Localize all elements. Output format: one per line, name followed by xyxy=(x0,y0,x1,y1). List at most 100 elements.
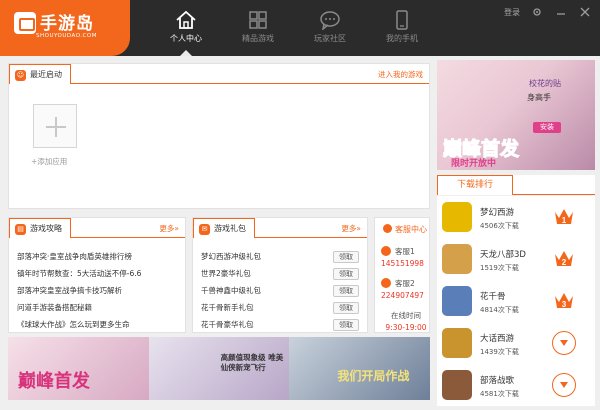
list-item: 梦幻西游冲级礼包 领取 xyxy=(201,248,359,265)
service-panel: 客服中心 客服1 145151998 客服2 224907497 在线时间 9:… xyxy=(374,217,430,333)
nav-item-featured-games[interactable]: 精品游戏 xyxy=(222,0,294,56)
claim-button[interactable]: 领取 xyxy=(333,267,359,280)
crown-rank-2-icon: 2 xyxy=(555,251,573,267)
home-icon xyxy=(176,10,196,29)
book-icon: ▤ xyxy=(15,224,26,235)
gift-list: 梦幻西游冲级礼包 领取 世界2豪华礼包 领取 千兽神鑫中级礼包 领取 花千骨新手礼包领… xyxy=(201,248,359,333)
ad-side-title: 校花的贴 xyxy=(529,79,561,88)
crown-rank-3-icon: 3 xyxy=(555,293,573,309)
rank-tab[interactable]: 下载排行 xyxy=(437,175,513,195)
list-item[interactable]: 《球球大作战》怎么玩到更多生命 xyxy=(17,316,177,333)
game-downloads: 4814次下载 xyxy=(480,306,519,314)
qq-icon: 客服1 xyxy=(381,246,431,257)
list-item: 花千骨新手礼包 领取 xyxy=(201,299,359,316)
ad-side-subtitle: 身高手 xyxy=(527,93,551,102)
phone-icon xyxy=(396,10,408,30)
claim-button[interactable]: 领取 xyxy=(333,284,359,297)
chat-icon xyxy=(320,11,340,30)
guide-more-link[interactable]: 更多» xyxy=(159,223,179,234)
recent-title: 最近启动 xyxy=(30,70,62,79)
qq-service-1: 客服1 145151998 xyxy=(381,246,431,268)
gift-title: 游戏礼包 xyxy=(214,224,246,233)
guide-title: 游戏攻略 xyxy=(30,224,62,233)
game-downloads: 4506次下载 xyxy=(480,222,519,230)
banner-1[interactable]: 巅峰首发 xyxy=(8,337,149,400)
rank-list: 梦幻西游 4506次下载 1 天龙八部3D 1519次下载 2 花千骨 4814… xyxy=(437,196,595,406)
rank-row[interactable]: 天龙八部3D 1519次下载 2 xyxy=(437,238,595,280)
list-item: 花千骨豪华礼包 领取 xyxy=(201,316,359,333)
my-games-link[interactable]: 进入我的游戏 xyxy=(378,69,423,80)
guide-panel: ▤ 游戏攻略 更多» 部落冲突·皇室战争肉盾英雄排行榜 镇年时节帮数查：5大活动… xyxy=(8,217,186,333)
claim-button[interactable]: 领取 xyxy=(333,301,359,314)
recent-icon: ☺ xyxy=(15,70,26,81)
nav-label: 玩家社区 xyxy=(314,34,346,43)
window-controls: 登录 xyxy=(504,6,592,18)
list-item[interactable]: 部落冲突皇室战争搞卡技巧解析 xyxy=(17,282,177,299)
game-icon xyxy=(442,202,472,232)
game-icon xyxy=(442,370,472,400)
recent-panel: ☺ 最近启动 进入我的游戏 +添加应用 xyxy=(8,63,430,209)
qq-service-2: 客服2 224907497 xyxy=(381,278,431,300)
list-item: 千兽神鑫中级礼包 领取 xyxy=(201,282,359,299)
nav-item-my-phone[interactable]: 我的手机 xyxy=(366,0,438,56)
rank-row[interactable]: 大话西游 1439次下载 xyxy=(437,322,595,364)
settings-button[interactable] xyxy=(530,6,544,18)
claim-button[interactable]: 领取 xyxy=(333,250,359,263)
gift-panel-header: ✉ 游戏礼包 更多» xyxy=(193,218,367,238)
rank-row[interactable]: 梦幻西游 4506次下载 1 xyxy=(437,196,595,238)
game-name: 梦幻西游 xyxy=(480,208,515,218)
nav-item-community[interactable]: 玩家社区 xyxy=(294,0,366,56)
list-item[interactable]: 镇年时节帮数查：5大活动送不停-6.6 xyxy=(17,265,177,282)
ad-subtitle: 限时开放中 xyxy=(451,159,497,169)
main-nav: 个人中心 精品游戏 玩家社区 我的手机 xyxy=(150,0,438,56)
svg-text:2: 2 xyxy=(562,258,567,267)
guide-list: 部落冲突·皇室战争肉盾英雄排行榜 镇年时节帮数查：5大活动送不停-6.6 部落冲… xyxy=(17,248,177,333)
game-name: 大话西游 xyxy=(480,334,515,344)
gear-icon xyxy=(533,8,541,16)
crown-rank-1-icon: 1 xyxy=(555,209,573,225)
rank-row[interactable]: 部落战歌 4581次下载 xyxy=(437,364,595,406)
game-name: 花千骨 xyxy=(480,292,506,302)
top-bar: 手游岛 SHOUYOUDAO.COM 个人中心 精品游戏 玩家社区 我的手机 登… xyxy=(0,0,600,56)
nav-item-personal-center[interactable]: 个人中心 xyxy=(150,0,222,56)
add-app-label: +添加应用 xyxy=(31,157,68,166)
online-time: 9:30-19:00 xyxy=(385,323,427,332)
nav-label: 个人中心 xyxy=(170,34,202,43)
login-link[interactable]: 登录 xyxy=(504,7,520,18)
gift-more-link[interactable]: 更多» xyxy=(341,223,361,234)
minimize-button[interactable] xyxy=(554,6,568,18)
logo[interactable]: 手游岛 SHOUYOUDAO.COM xyxy=(0,0,130,56)
logo-subtitle: SHOUYOUDAO.COM xyxy=(36,33,97,39)
rank-row[interactable]: 花千骨 4814次下载 3 xyxy=(437,280,595,322)
nav-label: 精品游戏 xyxy=(242,34,274,43)
qq-icon: 客服2 xyxy=(381,278,431,289)
ad-banner[interactable]: 校花的贴 身高手 安装 巅峰首发 限时开放中 xyxy=(437,60,595,170)
service-title: 客服中心 xyxy=(383,224,427,235)
list-item[interactable]: 问道手游装备搭配秘籍 xyxy=(17,299,177,316)
game-downloads: 4581次下载 xyxy=(480,390,519,398)
game-icon xyxy=(442,328,472,358)
guide-tab: ▤ 游戏攻略 xyxy=(9,218,71,238)
rank-header: 下载排行 xyxy=(437,175,595,195)
download-button[interactable] xyxy=(552,331,576,355)
add-app-button[interactable] xyxy=(33,104,77,148)
close-icon xyxy=(580,7,590,17)
list-item[interactable]: 部落冲突·皇室战争肉盾英雄排行榜 xyxy=(17,248,177,265)
game-icon xyxy=(442,244,472,274)
game-icon xyxy=(442,286,472,316)
minimize-icon xyxy=(557,13,565,15)
ad-install-button[interactable]: 安装 xyxy=(533,122,561,133)
qq-number[interactable]: 145151998 xyxy=(381,259,431,268)
qq-number[interactable]: 224907497 xyxy=(381,291,431,300)
game-name: 部落战歌 xyxy=(480,376,515,386)
list-item: 世界2豪华礼包 领取 xyxy=(201,265,359,282)
svg-text:1: 1 xyxy=(562,216,567,225)
recent-tab: ☺ 最近启动 xyxy=(9,64,71,84)
gift-tab: ✉ 游戏礼包 xyxy=(193,218,255,238)
close-button[interactable] xyxy=(578,6,592,18)
download-button[interactable] xyxy=(552,373,576,397)
banner-3[interactable]: 我们开局作战 xyxy=(289,337,431,400)
banner-2[interactable]: 高颜值现象级 唯美仙侠新宠飞行 xyxy=(148,337,290,400)
online-hours: 在线时间 9:30-19:00 xyxy=(381,310,431,332)
claim-button[interactable]: 领取 xyxy=(333,318,359,331)
